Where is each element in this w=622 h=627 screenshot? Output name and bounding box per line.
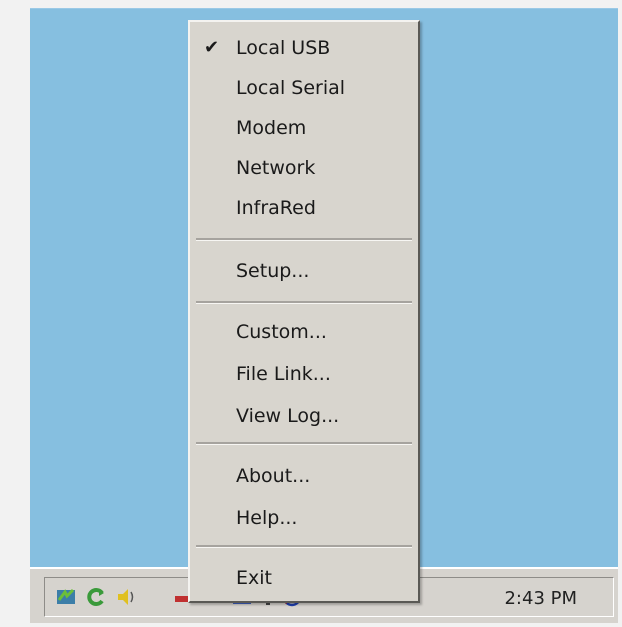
menu-item-local-serial[interactable]: Local Serial — [190, 70, 418, 106]
menu-separator — [196, 442, 412, 445]
menu-item-view-log[interactable]: View Log... — [190, 398, 418, 434]
menu-item-exit[interactable]: Exit — [190, 560, 418, 596]
context-menu: ✔ Local USB Local Serial Modem Network I… — [188, 20, 420, 603]
menu-item-label: Custom... — [236, 321, 327, 343]
menu-item-modem[interactable]: Modem — [190, 110, 418, 146]
menu-item-label: Modem — [236, 117, 307, 139]
menu-item-label: View Log... — [236, 405, 340, 427]
menu-item-local-usb[interactable]: ✔ Local USB — [190, 30, 418, 66]
menu-item-infrared[interactable]: InfraRed — [190, 190, 418, 226]
check-icon: ✔ — [204, 37, 220, 58]
refresh-icon[interactable] — [85, 586, 107, 608]
menu-item-label: Network — [236, 157, 316, 179]
menu-item-label: Help... — [236, 507, 298, 529]
menu-item-label: File Link... — [236, 363, 331, 385]
menu-item-help[interactable]: Help... — [190, 500, 418, 536]
menu-item-network[interactable]: Network — [190, 150, 418, 186]
menu-separator — [196, 238, 412, 241]
menu-item-about[interactable]: About... — [190, 458, 418, 494]
menu-item-label: Local Serial — [236, 77, 346, 99]
menu-item-label: About... — [236, 465, 311, 487]
menu-item-label: Setup... — [236, 260, 310, 282]
menu-separator — [196, 545, 412, 548]
menu-item-file-link[interactable]: File Link... — [190, 356, 418, 392]
menu-item-label: Local USB — [236, 37, 331, 59]
menu-item-label: InfraRed — [236, 197, 316, 219]
taskbar-clock[interactable]: 2:43 PM — [504, 588, 577, 609]
menu-item-label: Exit — [236, 567, 272, 589]
menu-item-custom[interactable]: Custom... — [190, 314, 418, 350]
volume-icon[interactable] — [115, 586, 137, 608]
sync-icon[interactable] — [55, 586, 77, 608]
menu-item-setup[interactable]: Setup... — [190, 253, 418, 289]
menu-separator — [196, 301, 412, 304]
